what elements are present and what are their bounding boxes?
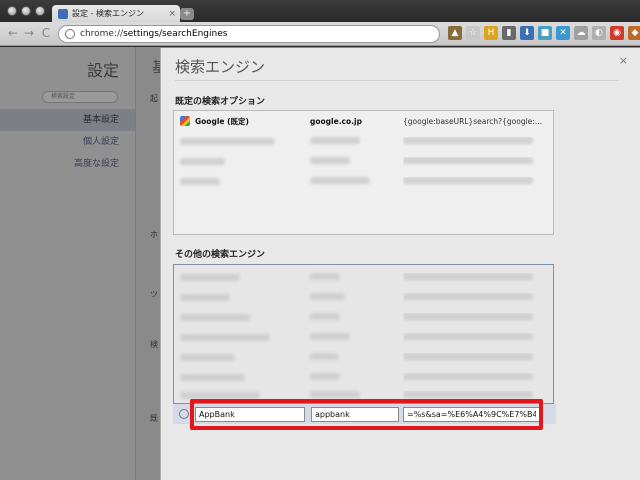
extension-icon[interactable]: ◆ — [628, 26, 640, 40]
blurred-text — [403, 292, 533, 300]
blurred-text — [403, 312, 533, 320]
extension-icon[interactable]: ■ — [538, 26, 552, 40]
blurred-text — [180, 373, 245, 381]
blurred-text — [310, 352, 338, 360]
extension-icon[interactable]: ▮ — [502, 26, 516, 40]
extension-icon[interactable]: ☁ — [574, 26, 588, 40]
list-item[interactable] — [180, 351, 548, 363]
blurred-text — [403, 352, 533, 360]
blurred-text — [180, 333, 270, 341]
blurred-text — [403, 176, 533, 184]
other-engines-list — [173, 264, 554, 404]
background-label: 起 — [150, 94, 158, 103]
list-item[interactable] — [180, 271, 548, 283]
default-engines-list: Google (既定) google.co.jp {google:baseURL… — [173, 110, 554, 235]
reload-icon[interactable]: C — [39, 26, 53, 40]
blurred-text — [180, 353, 235, 361]
list-item[interactable]: Google (既定) google.co.jp {google:baseURL… — [180, 115, 548, 127]
list-item[interactable] — [180, 291, 548, 303]
browser-toolbar: ← → C chrome://settings/searchEngines ▲ ☆… — [0, 22, 640, 46]
address-bar[interactable]: chrome://settings/searchEngines — [58, 25, 440, 43]
list-item[interactable] — [180, 175, 548, 187]
dialog-title: 検索エンジン — [175, 58, 266, 76]
sidebar-item-advanced[interactable]: 高度な設定 — [0, 153, 135, 175]
star-icon[interactable]: ☆ — [466, 26, 480, 40]
settings-sidebar: 設定 検索設定 基本設定 個人設定 高度な設定 — [0, 47, 135, 480]
blurred-text — [310, 292, 345, 300]
url-path: settings/searchEngines — [123, 29, 228, 39]
close-window-button[interactable] — [7, 6, 17, 16]
close-icon[interactable]: × — [619, 54, 628, 67]
extension-icon[interactable]: ⬇ — [520, 26, 534, 40]
blurred-text — [310, 156, 350, 164]
tab-title: 設定 - 検索エンジン — [72, 9, 144, 18]
minimize-window-button[interactable] — [21, 6, 31, 16]
zoom-window-button[interactable] — [35, 6, 45, 16]
background-label: 検 — [150, 340, 158, 349]
blurred-text — [180, 293, 230, 301]
blurred-text — [180, 137, 275, 145]
background-label: ツ — [150, 290, 158, 299]
engine-keyword: google.co.jp — [310, 116, 362, 126]
blurred-text — [180, 391, 260, 399]
list-item[interactable] — [180, 135, 548, 147]
settings-favicon-icon — [58, 8, 68, 19]
extension-toolbar: ▲☆H▮⬇■✕☁◐◉◆🔧 — [448, 26, 640, 40]
tab-close-icon[interactable]: × — [168, 9, 176, 19]
extension-icon[interactable]: ▲ — [448, 26, 462, 40]
blurred-text — [310, 332, 350, 340]
google-icon — [180, 116, 190, 126]
blurred-text — [310, 136, 360, 144]
title-bar: 設定 - 検索エンジン × + — [0, 0, 640, 22]
url-text: chrome://settings/searchEngines — [80, 29, 227, 39]
sidebar-item-basics[interactable]: 基本設定 — [0, 109, 135, 131]
list-item[interactable] — [180, 331, 548, 343]
extension-icon[interactable]: ◉ — [610, 26, 624, 40]
sidebar-item-personal[interactable]: 個人設定 — [0, 131, 135, 153]
new-tab-button[interactable]: + — [180, 8, 194, 20]
blurred-text — [310, 312, 340, 320]
search-engine-icon — [179, 409, 189, 419]
list-item[interactable] — [180, 371, 548, 383]
blurred-text — [180, 273, 240, 281]
blurred-text — [180, 157, 225, 165]
default-section-title: 既定の検索オプション — [175, 97, 266, 107]
list-item[interactable] — [180, 311, 548, 323]
engine-name: Google (既定) — [195, 116, 249, 126]
background-label: 既 — [150, 414, 158, 423]
blurred-text — [403, 136, 533, 144]
blurred-text — [403, 156, 533, 164]
sidebar-title: 設定 — [86, 61, 119, 80]
url-scheme: chrome:// — [80, 29, 124, 39]
blurred-text — [310, 390, 360, 398]
extension-icon[interactable]: ✕ — [556, 26, 570, 40]
other-section-title: その他の検索エンジン — [175, 250, 266, 260]
blurred-text — [310, 272, 340, 280]
extension-icon[interactable]: ◐ — [592, 26, 606, 40]
blurred-text — [403, 390, 533, 398]
blurred-text — [310, 372, 340, 380]
blurred-text — [180, 177, 220, 185]
back-arrow-icon[interactable]: ← — [6, 26, 20, 40]
extension-icon[interactable]: H — [484, 26, 498, 40]
browser-tab[interactable]: 設定 - 検索エンジン × — [52, 5, 180, 22]
red-highlight-box — [190, 399, 543, 430]
blurred-text — [403, 332, 533, 340]
blurred-text — [180, 313, 250, 321]
settings-search-input[interactable]: 検索設定 — [42, 91, 118, 103]
forward-arrow-icon[interactable]: → — [22, 26, 36, 40]
engine-url: {google:baseURL}search?{google:... — [403, 116, 542, 126]
list-item[interactable] — [180, 155, 548, 167]
divider — [175, 80, 619, 81]
blurred-text — [403, 272, 533, 280]
background-label: ホ — [150, 230, 158, 239]
blurred-text — [403, 372, 533, 380]
blurred-text — [310, 176, 370, 184]
page-info-icon[interactable] — [65, 29, 75, 39]
